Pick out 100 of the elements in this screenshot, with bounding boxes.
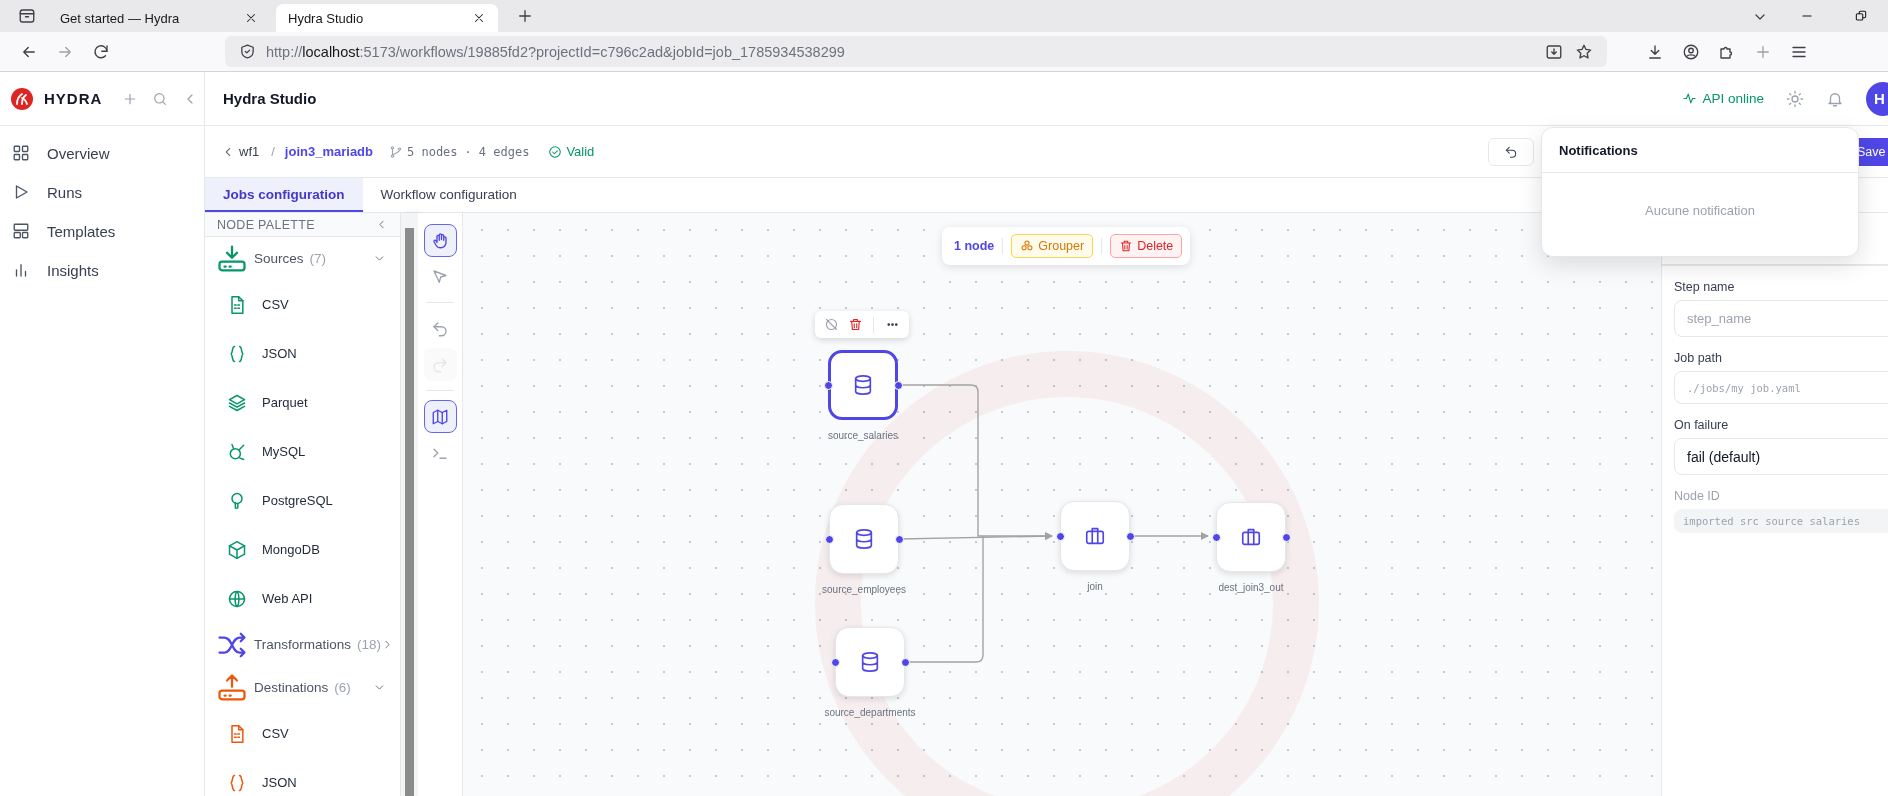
- api-status-label: API online: [1702, 91, 1764, 106]
- nav-item[interactable]: Insights: [6, 252, 198, 288]
- connection-handle[interactable]: [824, 381, 833, 390]
- brand-name: HYDRA: [44, 90, 103, 107]
- connection-handle[interactable]: [901, 658, 910, 667]
- connection-handle[interactable]: [894, 381, 903, 390]
- avatar[interactable]: H: [1866, 81, 1888, 116]
- grid-icon: [12, 144, 30, 162]
- slashed-circle-icon: [823, 317, 839, 332]
- palette-group-header[interactable]: Destinations (6): [205, 666, 400, 709]
- tab-list-icon: [18, 7, 36, 25]
- pulse-icon: [1682, 91, 1698, 106]
- undo-button[interactable]: [1488, 137, 1534, 166]
- palette-item[interactable]: JSON: [205, 758, 400, 796]
- connection-handle[interactable]: [895, 535, 904, 544]
- connection-handle[interactable]: [831, 658, 840, 667]
- workflow-node[interactable]: [828, 350, 898, 420]
- node-count: 5 nodes: [407, 144, 458, 159]
- database-icon: [859, 651, 881, 673]
- url-text: http://localhost:5173/workflows/19885fd2?projectId=c796c2ad&jobId=job_1785934538299: [266, 43, 845, 60]
- trash-icon: [847, 317, 863, 332]
- separator-dot: ·: [464, 144, 472, 159]
- connection-handle[interactable]: [825, 535, 834, 544]
- selection-count: 1 node: [954, 239, 995, 253]
- undo-icon: [431, 319, 449, 338]
- field-label: Node ID: [1674, 489, 1721, 503]
- nav-item[interactable]: Templates: [6, 213, 198, 249]
- connection-handle[interactable]: [1126, 532, 1135, 541]
- palette-item[interactable]: MongoDB: [205, 525, 400, 574]
- database-icon: [853, 528, 875, 550]
- hydra-logo-icon: [10, 86, 34, 111]
- palette-group-header[interactable]: Transformations (18): [205, 623, 400, 666]
- browser-tab[interactable]: Hydra Studio: [276, 4, 498, 32]
- reload-icon: [92, 42, 110, 61]
- branch-icon: [389, 144, 403, 159]
- node-label: source_departments: [824, 707, 916, 718]
- field-label: Job path: [1674, 351, 1723, 365]
- palette-item[interactable]: CSV: [205, 709, 400, 758]
- star-icon: [1575, 42, 1593, 61]
- delete-button[interactable]: Delete: [1110, 234, 1183, 258]
- account-icon: [1682, 42, 1700, 61]
- input-field[interactable]: step_name: [1674, 300, 1888, 337]
- palette-item[interactable]: Parquet: [205, 378, 400, 427]
- field-label: Step name: [1674, 280, 1736, 294]
- close-icon: [244, 11, 258, 25]
- palette-group-header[interactable]: Sources (7): [205, 237, 400, 280]
- field-label: On failure: [1674, 418, 1730, 432]
- browser-tab[interactable]: Get started — Hydra: [48, 4, 270, 32]
- palette-item[interactable]: JSON: [205, 329, 400, 378]
- search-icon: [152, 90, 169, 107]
- layout-icon: [12, 222, 30, 240]
- input-field[interactable]: ./jobs/my_job.yaml: [1674, 371, 1888, 404]
- address-bar[interactable]: http://localhost:5173/workflows/19885fd2?projectId=c796c2ad&jobId=job_1785934538299: [225, 36, 1607, 67]
- cube-icon: [227, 539, 247, 560]
- cluster-icon: [1020, 239, 1035, 253]
- briefcase-icon: [1240, 526, 1262, 548]
- sun-icon: [1786, 89, 1804, 108]
- map-icon: [431, 407, 449, 426]
- briefcase-icon: [1084, 525, 1106, 547]
- palette-title: NODE PALETTE: [217, 217, 315, 232]
- download-page-icon: [1545, 42, 1563, 61]
- palette-item[interactable]: CSV: [205, 280, 400, 329]
- node-label: dest_join3_out: [1218, 582, 1284, 593]
- workflow-name-link[interactable]: join3_mariadb: [284, 144, 373, 159]
- select-field[interactable]: fail (default): [1674, 438, 1888, 475]
- scrollbar-thumb[interactable]: [405, 228, 414, 796]
- tab[interactable]: Workflow configuration: [362, 178, 535, 212]
- connection-handle[interactable]: [1056, 532, 1065, 541]
- validation-label: Valid: [566, 144, 595, 159]
- connection-handle[interactable]: [1212, 533, 1221, 542]
- palette-item[interactable]: PostgreSQL: [205, 476, 400, 525]
- restore-icon: [1854, 9, 1868, 23]
- canvas-tool-button[interactable]: [423, 400, 457, 433]
- connection-handle[interactable]: [1282, 533, 1291, 542]
- check-circle-icon: [548, 144, 563, 159]
- layers-icon: [227, 392, 247, 413]
- node-label: join: [1087, 581, 1103, 592]
- node-label: source_salaries: [828, 430, 898, 441]
- close-icon: [472, 11, 486, 25]
- trash-icon: [1119, 239, 1134, 253]
- popover-title: Notifications: [1542, 128, 1858, 173]
- database-icon: [852, 374, 874, 396]
- globe-icon: [227, 588, 247, 609]
- nav-item[interactable]: Runs: [6, 174, 198, 210]
- nav-item[interactable]: Overview: [6, 135, 198, 171]
- download-icon: [1646, 42, 1664, 61]
- hand-icon: [431, 231, 449, 250]
- breadcrumb-link[interactable]: wf1: [221, 144, 260, 159]
- pointer-icon: [431, 267, 449, 286]
- undo-icon: [1504, 144, 1518, 159]
- palette-item[interactable]: MySQL: [205, 427, 400, 476]
- shield-icon: [239, 43, 256, 60]
- canvas-tool-button[interactable]: [423, 224, 457, 257]
- palette-item[interactable]: Web API: [205, 574, 400, 623]
- page-title: Hydra Studio: [223, 90, 317, 107]
- tab[interactable]: Jobs configuration: [205, 178, 363, 212]
- input-field: imported_src_source_salaries: [1674, 509, 1888, 533]
- edge-count: 4 edges: [478, 144, 530, 159]
- node-label: source_employees: [822, 584, 906, 595]
- plus-icon: [516, 7, 534, 25]
